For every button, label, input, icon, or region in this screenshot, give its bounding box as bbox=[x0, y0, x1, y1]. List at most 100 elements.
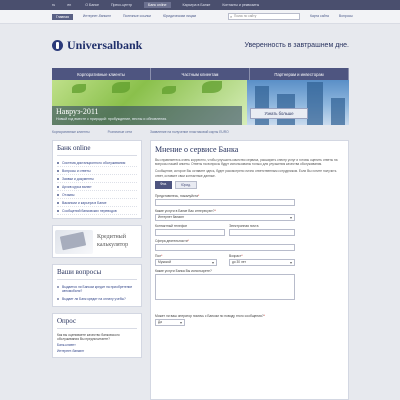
top-link-career[interactable]: Карьера в Банке bbox=[183, 3, 211, 7]
sidebar-item-transfers[interactable]: Сообщений банковских переводов bbox=[57, 207, 137, 215]
breadcrumb: Корпоративные клиенты Розничные сети Зая… bbox=[52, 130, 349, 134]
sidebar-item-remote[interactable]: Система дистанционного обслуживания bbox=[57, 159, 137, 167]
age-label: Возраст* bbox=[229, 253, 243, 258]
tab-individual[interactable]: Физ. bbox=[155, 180, 172, 189]
poll-question: Как вы оцениваете качество банковского о… bbox=[57, 333, 120, 341]
banner-title: Навруз-2011 bbox=[56, 107, 99, 116]
leaf-shape bbox=[112, 82, 130, 93]
sub-link-internet-banking[interactable]: Интернет-банкинг bbox=[83, 14, 111, 20]
calc-line1: Кредитный bbox=[97, 234, 126, 240]
credit-calculator-banner[interactable]: Кредитный калькулятор bbox=[52, 225, 142, 258]
questions-box: Ваши вопросы Выдается ли Банком кредит н… bbox=[52, 264, 142, 307]
sex-label: Пол* bbox=[155, 253, 163, 258]
top-link-bank-online[interactable]: Банк online bbox=[143, 2, 171, 8]
sidebar-item-requests[interactable]: Заявки и документы bbox=[57, 175, 137, 183]
poll-box: Опрос Как вы оцениваете качество банковс… bbox=[52, 313, 142, 358]
leaf-shape bbox=[202, 81, 222, 93]
poll-option[interactable]: Интернет-банкинг bbox=[57, 348, 137, 354]
liked-label: Какие услуги Банка Вы используете? bbox=[155, 268, 212, 273]
lang-en[interactable]: en bbox=[67, 3, 71, 7]
phone-group: Контактный телефон bbox=[155, 221, 225, 236]
service-label: Какие услуги в Банке Вас интересуют?* bbox=[155, 208, 216, 213]
phone-field[interactable] bbox=[155, 228, 225, 236]
intro-paragraph: Вы справляетесь очень корректно, чтобы у… bbox=[155, 158, 338, 167]
calculator-icon bbox=[55, 230, 93, 254]
contact-row: Контактный телефон Электронная почта bbox=[155, 221, 344, 236]
activity-field[interactable] bbox=[155, 243, 295, 251]
field-label: Сфера деятельности* bbox=[155, 238, 189, 243]
top-link-press[interactable]: Пресс-центр bbox=[111, 3, 132, 7]
building-shape bbox=[307, 82, 323, 125]
top-bar: ru en О Банке Пресс-центр Банк online Ка… bbox=[0, 0, 400, 10]
page-title: Мнение о сервисе Банка bbox=[155, 145, 239, 154]
building-shape bbox=[331, 98, 345, 125]
search-icon: ⌕ bbox=[230, 14, 233, 19]
sub-right-links: Карта сайта Вопросы bbox=[310, 14, 363, 18]
client-type-tabs: Физ. Юрид. bbox=[155, 180, 344, 189]
breadcrumb-item[interactable]: Корпоративные клиенты bbox=[52, 130, 90, 134]
building-shape bbox=[255, 86, 269, 125]
question-link[interactable]: Выдается ли Банком кредит на приобретени… bbox=[57, 283, 137, 295]
sidebar: Банк online Система дистанционного обслу… bbox=[52, 140, 142, 358]
intro-paragraph-2: Сообщение, которое Вы оставите здесь, бу… bbox=[155, 169, 337, 178]
sidebar-item-faq[interactable]: Вопросы и ответы bbox=[57, 167, 137, 175]
email-field[interactable] bbox=[229, 228, 295, 236]
demographics-row: Пол* Мужской Возраст* до 30 лет bbox=[155, 251, 344, 266]
question-link[interactable]: Выдает ли Банк кредит на оплату учебы? bbox=[57, 295, 137, 303]
sidebar-item-career[interactable]: Вакансии и карьера в Банке bbox=[57, 199, 137, 207]
learn-more-button[interactable]: Узнать больше bbox=[250, 108, 308, 119]
sex-select[interactable]: Мужской bbox=[155, 258, 217, 266]
sidebar-item-feedback[interactable]: Отзывы bbox=[57, 191, 137, 199]
name-label-text: Представитесь, пожалуйста bbox=[155, 193, 198, 198]
feedback-form: Мнение о сервисе Банка Вы справляетесь о… bbox=[150, 140, 349, 400]
nav-private[interactable]: Частным клиентам bbox=[151, 68, 250, 80]
name-field[interactable] bbox=[155, 198, 295, 206]
top-links: ru en О Банке Пресс-центр Банк online Ка… bbox=[52, 0, 271, 10]
sub-bar: Главная Интернет-банкинг Полезные ссылки… bbox=[0, 10, 400, 24]
logo[interactable]: Universalbank bbox=[52, 38, 142, 53]
main-nav: Корпоративные клиенты Частным клиентам П… bbox=[52, 68, 349, 80]
last-label-text: Может ли ваш оператор помочь с Банком по… bbox=[155, 313, 264, 318]
slogan: Уверенность в завтрашнем дне. bbox=[244, 42, 349, 49]
help-select[interactable]: Да bbox=[155, 318, 185, 326]
banner-subtitle: Новый год вместе с природой: пробуждение… bbox=[56, 117, 168, 121]
sub-link-corporate[interactable]: Юридическим лицам bbox=[163, 14, 196, 20]
lang-ru[interactable]: ru bbox=[52, 3, 55, 7]
services-textarea[interactable] bbox=[155, 273, 295, 300]
nav-corporate[interactable]: Корпоративные клиенты bbox=[52, 68, 151, 80]
breadcrumb-item[interactable]: Розничные сети bbox=[108, 130, 132, 134]
sex-group: Пол* Мужской bbox=[155, 251, 217, 266]
tab-legal[interactable]: Юрид. bbox=[174, 180, 198, 189]
top-link-about[interactable]: О Банке bbox=[85, 3, 99, 7]
sub-link-sitemap[interactable]: Карта сайта bbox=[310, 14, 329, 18]
sidebar-item-rates[interactable]: Архив курса валют bbox=[57, 183, 137, 191]
field-label-text: Сфера деятельности bbox=[155, 238, 188, 243]
phone-label: Контактный телефон bbox=[155, 223, 188, 228]
sidebar-title: Банк online bbox=[57, 144, 137, 156]
sub-link-useful[interactable]: Полезные ссылки bbox=[123, 14, 151, 20]
bank-online-box: Банк online Система дистанционного обслу… bbox=[52, 140, 142, 219]
sub-link-questions[interactable]: Вопросы bbox=[339, 14, 353, 18]
calc-line2: калькулятор bbox=[97, 242, 129, 248]
age-select[interactable]: до 30 лет bbox=[229, 258, 295, 266]
header: Universalbank Уверенность в завтрашнем д… bbox=[52, 34, 349, 58]
sub-links: Главная Интернет-банкинг Полезные ссылки… bbox=[52, 14, 208, 20]
questions-title: Ваши вопросы bbox=[57, 268, 137, 280]
service-select[interactable]: Интернет банкинг bbox=[155, 213, 295, 221]
service-label-text: Какие услуги в Банке Вас интересуют? bbox=[155, 208, 215, 213]
logo-icon bbox=[52, 40, 63, 51]
age-label-text: Возраст bbox=[229, 253, 242, 258]
search-input[interactable]: ⌕ Поиск по сайту bbox=[228, 13, 300, 20]
age-group: Возраст* до 30 лет bbox=[229, 251, 295, 266]
leaf-shape bbox=[72, 84, 86, 93]
logo-text: Universalbank bbox=[67, 38, 143, 52]
nav-partners[interactable]: Партнерам и инвесторам bbox=[250, 68, 349, 80]
poll-title: Опрос bbox=[57, 317, 137, 329]
search-placeholder: Поиск по сайту bbox=[234, 14, 257, 18]
name-label: Представитесь, пожалуйста* bbox=[155, 193, 200, 198]
last-label: Может ли ваш оператор помочь с Банком по… bbox=[155, 313, 265, 318]
sub-link-home[interactable]: Главная bbox=[52, 14, 73, 20]
email-group: Электронная почта bbox=[229, 221, 295, 236]
email-label: Электронная почта bbox=[229, 223, 259, 228]
top-link-contacts[interactable]: Контакты и реквизиты bbox=[222, 3, 259, 7]
